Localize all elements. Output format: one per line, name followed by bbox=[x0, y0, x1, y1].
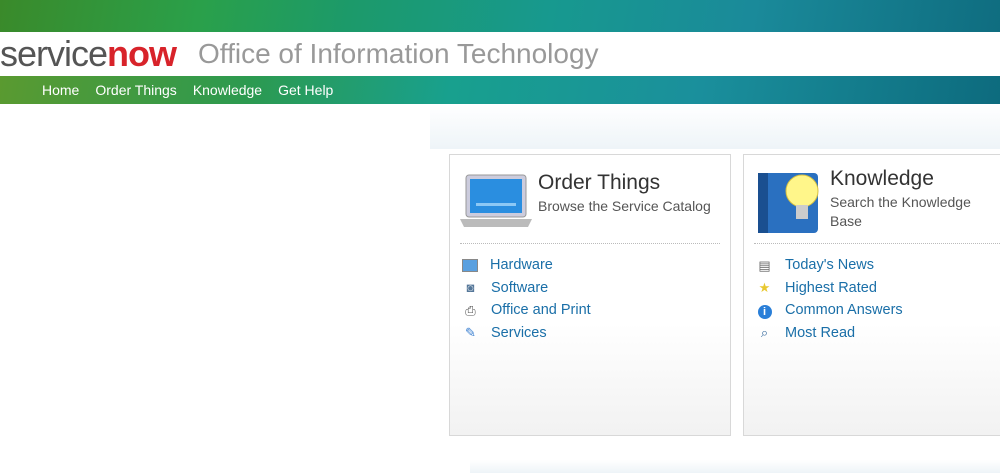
nav-home[interactable]: Home bbox=[42, 82, 79, 98]
decor-shade bbox=[430, 104, 1000, 149]
knowledge-card: Knowledge Search the Knowledge Base ▤ Tod… bbox=[743, 154, 1000, 436]
hardware-link[interactable]: Hardware bbox=[490, 257, 553, 273]
main-nav: Home Order Things Knowledge Get Help bbox=[0, 76, 1000, 104]
star-icon: ★ bbox=[758, 280, 771, 296]
org-title: Office of Information Technology bbox=[198, 38, 599, 69]
list-item[interactable]: ★ Highest Rated bbox=[756, 277, 1000, 300]
nav-knowledge[interactable]: Knowledge bbox=[193, 82, 262, 98]
card-title[interactable]: Order Things bbox=[538, 171, 711, 195]
decor-shade-bottom bbox=[470, 460, 1000, 473]
list-item[interactable]: ▤ Today's News bbox=[756, 254, 1000, 277]
newspaper-icon: ▤ bbox=[758, 257, 771, 273]
printer-icon: ⎙ bbox=[465, 302, 476, 318]
list-item[interactable]: Hardware bbox=[462, 254, 718, 277]
list-item[interactable]: i Common Answers bbox=[756, 299, 1000, 322]
services-link[interactable]: Services bbox=[491, 325, 547, 341]
book-lightbulb-icon bbox=[758, 173, 819, 233]
highest-rated-link[interactable]: Highest Rated bbox=[785, 280, 877, 296]
software-cd-icon: ◙ bbox=[466, 280, 475, 296]
tools-icon: ✎ bbox=[465, 325, 476, 341]
laptop-icon bbox=[460, 174, 532, 227]
servicenow-logo[interactable]: servicenow bbox=[0, 32, 177, 76]
card-subtitle: Search the Knowledge Base bbox=[830, 194, 971, 229]
card-subtitle: Browse the Service Catalog bbox=[538, 198, 711, 214]
monitor-icon bbox=[462, 258, 478, 272]
divider bbox=[460, 243, 720, 244]
most-read-link[interactable]: Most Read bbox=[785, 325, 855, 341]
divider bbox=[754, 243, 1000, 244]
top-banner bbox=[0, 0, 1000, 32]
todays-news-link[interactable]: Today's News bbox=[785, 257, 874, 273]
common-answers-link[interactable]: Common Answers bbox=[785, 302, 903, 318]
card-title[interactable]: Knowledge bbox=[830, 167, 1000, 191]
list-item[interactable]: ◙ Software bbox=[462, 277, 718, 300]
list-item[interactable]: ⌕ Most Read bbox=[756, 322, 1000, 345]
info-icon: i bbox=[756, 303, 773, 319]
list-item[interactable]: ✎ Services bbox=[462, 322, 718, 345]
nav-order-things[interactable]: Order Things bbox=[95, 82, 176, 98]
software-link[interactable]: Software bbox=[491, 280, 548, 296]
order-things-card: Order Things Browse the Service Catalog … bbox=[449, 154, 731, 436]
magnifier-icon: ⌕ bbox=[760, 325, 769, 341]
nav-get-help[interactable]: Get Help bbox=[278, 82, 333, 98]
office-print-link[interactable]: Office and Print bbox=[491, 302, 591, 318]
header: servicenow Office of Information Technol… bbox=[0, 32, 1000, 76]
list-item[interactable]: ⎙ Office and Print bbox=[462, 299, 718, 322]
